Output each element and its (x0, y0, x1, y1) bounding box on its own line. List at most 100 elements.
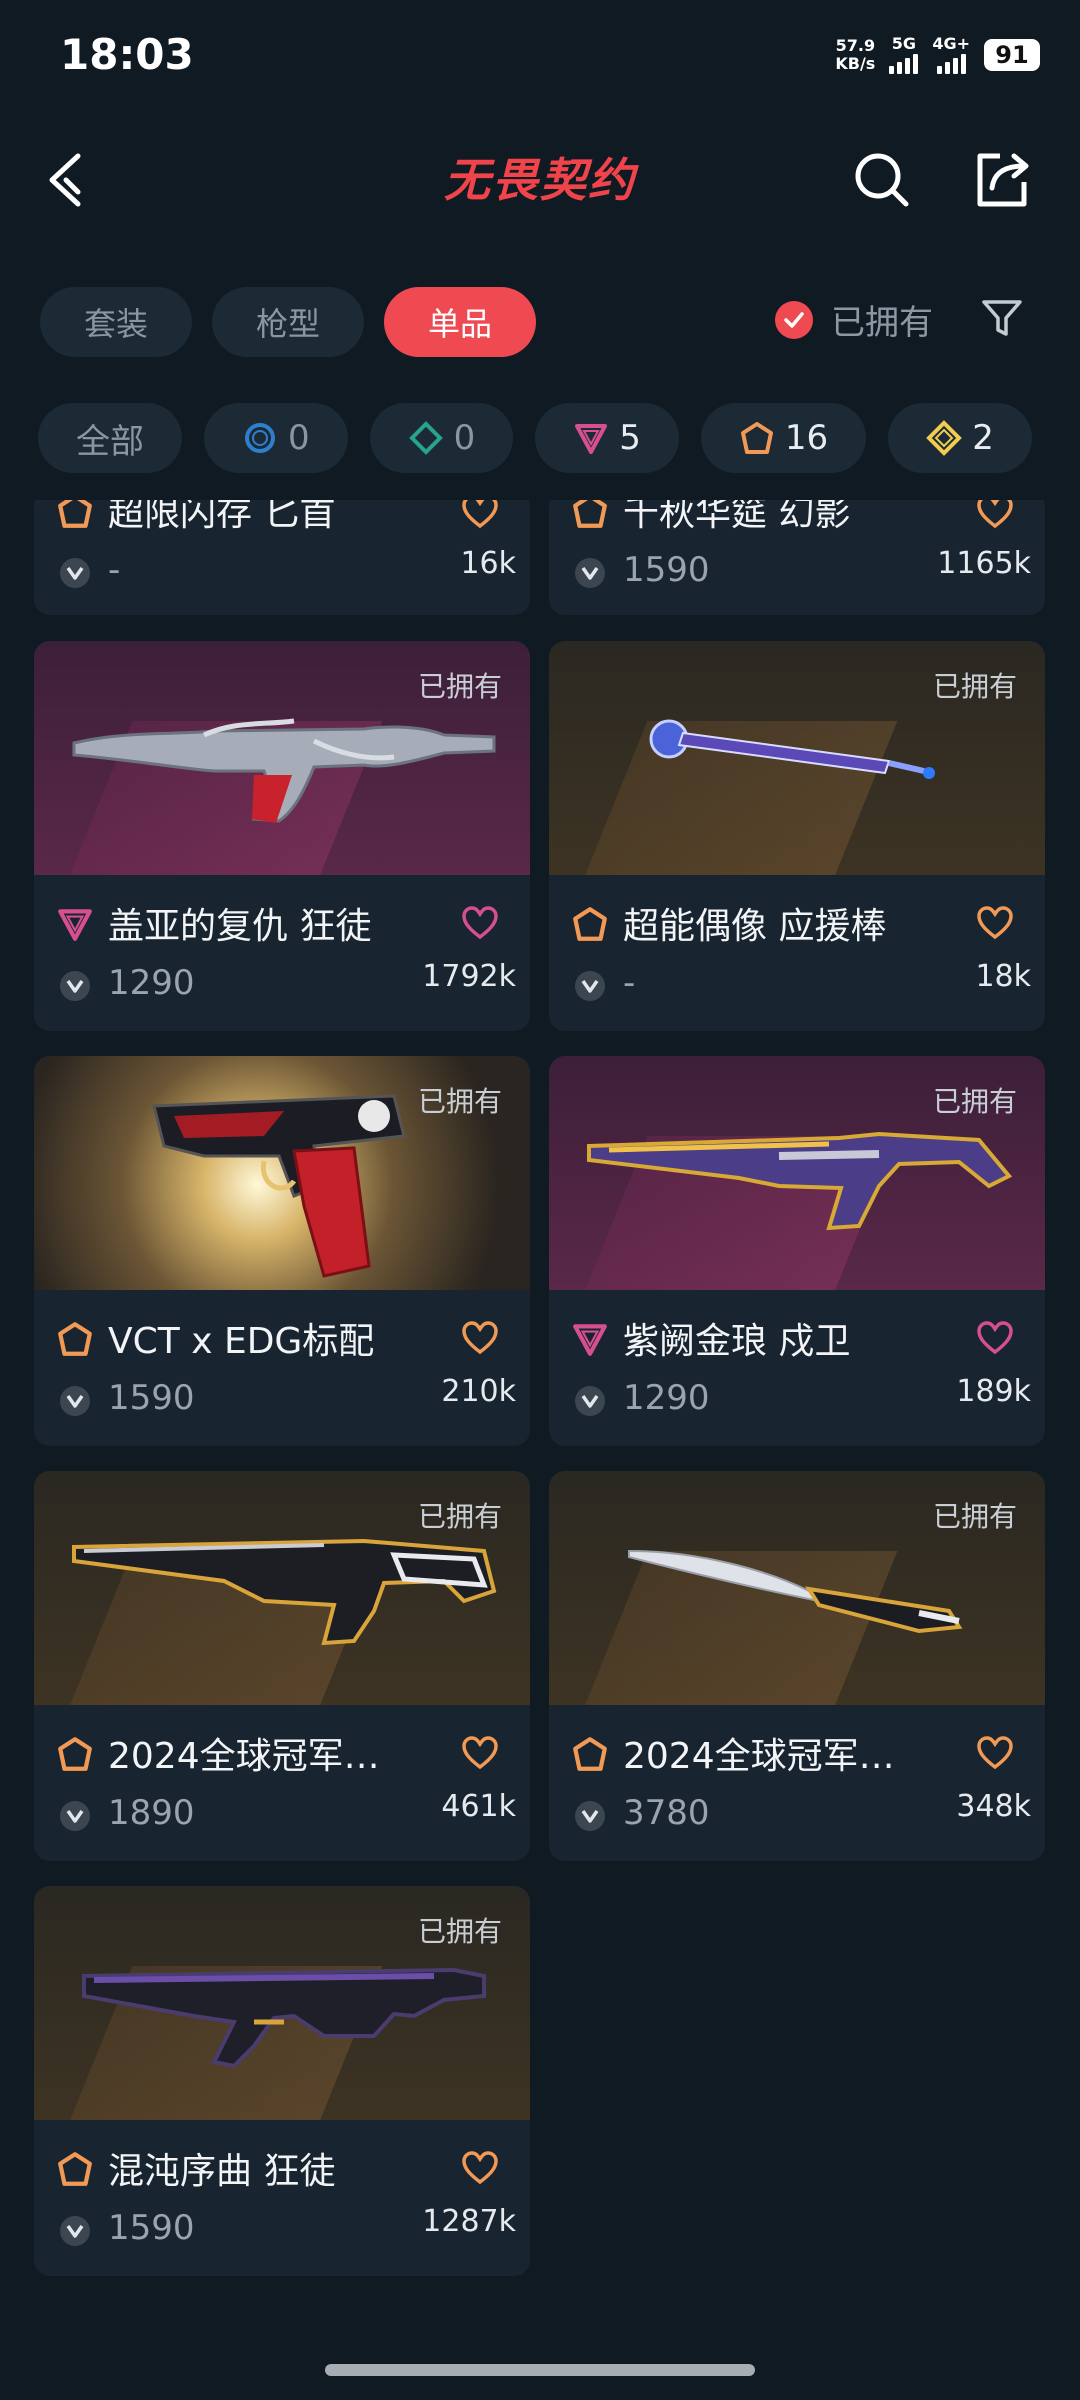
network-speed-unit: KB/s (835, 54, 876, 73)
item-card[interactable]: 千秋华筵 幻影 1590 1165k (549, 500, 1045, 615)
owned-filter-toggle[interactable]: 已拥有 (775, 295, 933, 344)
item-price: - (623, 963, 636, 1003)
exclusive-tier-icon (573, 1737, 607, 1771)
checkmark-icon (775, 300, 813, 339)
signal-bars-icon (889, 52, 919, 74)
back-button[interactable] (40, 148, 100, 212)
home-indicator[interactable] (325, 2364, 755, 2376)
rarity-filter-all-label: 全部 (76, 421, 144, 462)
signal-4g: 4G+ (932, 36, 970, 74)
item-thumbnail: 已拥有 (549, 1471, 1045, 1705)
item-card[interactable]: 已拥有 VCT x EDG标配 1590 210k (34, 1056, 530, 1446)
tab-single-items[interactable]: 单品 (384, 287, 537, 357)
valorant-points-icon (60, 558, 90, 588)
exclusive-tier-icon (58, 1737, 92, 1771)
item-name: 超能偶像 应援棒 (623, 906, 887, 947)
rarity-filter-select[interactable]: 0 (204, 403, 348, 473)
item-card[interactable]: 已拥有 盖亚的复仇 狂徒 1290 1792k (34, 641, 530, 1031)
heart-icon[interactable] (975, 1733, 1015, 1773)
signal-bars-icon (936, 52, 966, 74)
item-card[interactable]: 已拥有 混沌序曲 狂徒 1590 1287k (34, 1886, 530, 2276)
premium-tier-icon (573, 1324, 607, 1356)
heart-icon[interactable] (460, 1733, 500, 1773)
item-card[interactable]: 已拥有 超能偶像 应援棒 - 18k (549, 641, 1045, 1031)
item-thumbnail: 已拥有 (549, 641, 1045, 875)
owned-tag: 已拥有 (932, 1085, 1017, 1118)
rarity-filter-exclusive[interactable]: 16 (700, 403, 867, 473)
item-name: 千秋华筵 幻影 (623, 500, 851, 534)
item-thumbnail: 已拥有 (34, 1886, 530, 2120)
item-thumbnail: 已拥有 (34, 1471, 530, 1705)
owned-tag: 已拥有 (932, 1500, 1017, 1533)
item-name: 紫阙金琅 戍卫 (623, 1321, 851, 1362)
valorant-points-icon (575, 1386, 605, 1416)
item-grid: 超限闪存 匕首 - 16k 千秋华筵 幻影 1590 1165k 已拥有 盖亚的… (0, 500, 1080, 2300)
item-likes: 461k (441, 1789, 516, 1824)
valorant-points-icon (575, 1801, 605, 1831)
heart-icon[interactable] (975, 1318, 1015, 1358)
status-bar: 18:03 57.9 KB/s 5G 4G+ 91 (0, 0, 1080, 120)
owned-tag: 已拥有 (932, 670, 1017, 703)
category-tabs: 套装 枪型 单品 (40, 287, 537, 357)
item-name: 超限闪存 匕首 (108, 500, 336, 534)
smg-image (72, 1538, 497, 1646)
item-card[interactable]: 超限闪存 匕首 - 16k (34, 500, 530, 615)
premium-tier-icon (575, 424, 608, 454)
app-header: 无畏契约 (0, 120, 1080, 240)
rarity-filter-row: 全部 0 0 5 16 2 (38, 403, 1050, 473)
owned-tag: 已拥有 (417, 1500, 502, 1533)
valorant-points-icon (60, 971, 90, 1001)
heart-icon[interactable] (975, 903, 1015, 943)
valorant-points-icon (60, 1386, 90, 1416)
heart-icon[interactable] (460, 500, 500, 532)
heart-icon[interactable] (460, 2148, 500, 2188)
item-name: 2024全球冠军… (108, 1736, 380, 1777)
exclusive-tier-icon (58, 2152, 92, 2186)
exclusive-tier-icon (740, 422, 773, 454)
heart-icon[interactable] (460, 1318, 500, 1358)
valorant-points-icon (60, 1801, 90, 1831)
rarity-filter-premium[interactable]: 5 (535, 403, 679, 473)
filter-button[interactable] (980, 296, 1024, 340)
search-button[interactable] (850, 148, 914, 212)
item-card[interactable]: 已拥有 2024全球冠军… 1890 461k (34, 1471, 530, 1861)
signal-5g-label: 5G (891, 34, 916, 53)
item-name: 盖亚的复仇 狂徒 (108, 906, 372, 947)
deluxe-tier-icon (408, 421, 443, 455)
rarity-count: 0 (288, 418, 310, 458)
rarity-count: 5 (619, 418, 641, 458)
item-price: 1590 (108, 1378, 195, 1418)
item-name: VCT x EDG标配 (108, 1321, 375, 1362)
item-price: 1290 (108, 963, 195, 1003)
rifle-image (82, 1967, 486, 2069)
item-thumbnail: 已拥有 (34, 641, 530, 875)
item-price: 1890 (108, 1793, 195, 1833)
select-tier-icon (245, 423, 275, 453)
rarity-filter-ultra[interactable]: 2 (888, 403, 1032, 473)
valorant-points-icon (60, 2216, 90, 2246)
premium-tier-icon (58, 909, 92, 941)
item-price: 1590 (623, 550, 710, 590)
heart-icon[interactable] (975, 500, 1015, 532)
item-likes: 210k (441, 1374, 516, 1409)
owned-tag: 已拥有 (417, 1915, 502, 1948)
item-card[interactable]: 已拥有 2024全球冠军… 3780 348k (549, 1471, 1045, 1861)
battery-indicator: 91 (984, 39, 1040, 71)
back-arrow-icon (49, 153, 81, 207)
item-name: 2024全球冠军… (623, 1736, 895, 1777)
item-name: 混沌序曲 狂徒 (108, 2151, 336, 2192)
exclusive-tier-icon (58, 1322, 92, 1356)
rarity-filter-all[interactable]: 全部 (38, 403, 182, 473)
owned-tag: 已拥有 (417, 670, 502, 703)
app-logo: 无畏契约 (444, 153, 636, 207)
tab-bundles[interactable]: 套装 (40, 287, 193, 357)
ultra-tier-icon (926, 420, 963, 456)
heart-icon[interactable] (460, 903, 500, 943)
rarity-filter-deluxe[interactable]: 0 (369, 403, 514, 473)
valorant-points-icon (575, 971, 605, 1001)
tab-weapon-type[interactable]: 枪型 (212, 287, 365, 357)
glowstick-image (649, 719, 935, 779)
item-card[interactable]: 已拥有 紫阙金琅 戍卫 1290 189k (549, 1056, 1045, 1446)
item-likes: 348k (956, 1789, 1031, 1824)
share-button[interactable] (970, 148, 1034, 212)
